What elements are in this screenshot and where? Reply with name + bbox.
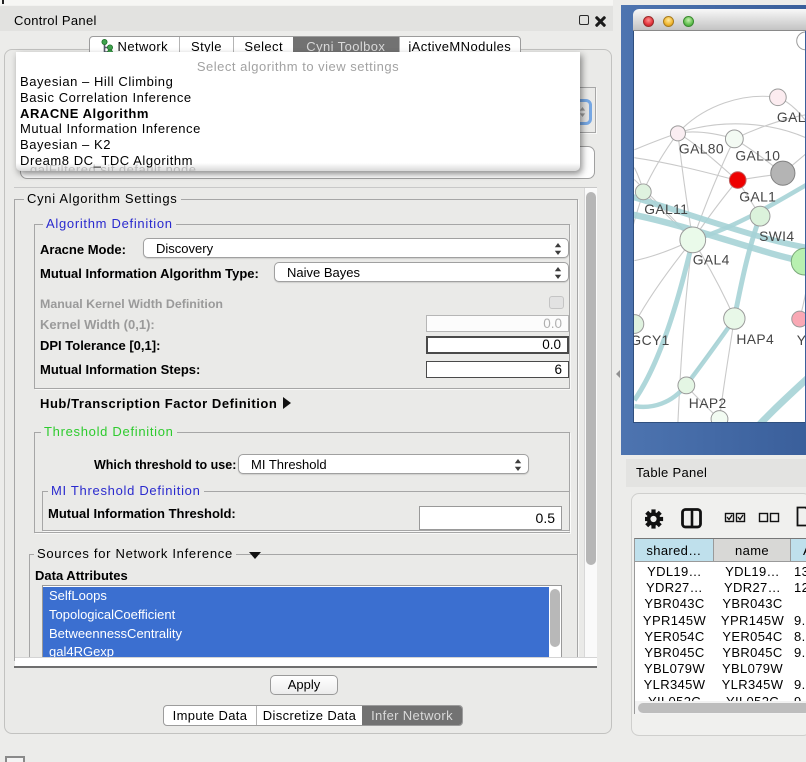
svg-text:HAP2: HAP2: [688, 395, 726, 411]
svg-text:SWI4: SWI4: [759, 228, 794, 244]
svg-text:GAL80: GAL80: [678, 141, 723, 157]
svg-text:GAL10: GAL10: [735, 148, 780, 164]
svg-text:GAL1: GAL1: [739, 188, 776, 204]
svg-text:Y: Y: [796, 332, 804, 348]
svg-text:GAL4: GAL4: [692, 252, 729, 268]
svg-text:GAL11: GAL11: [644, 201, 688, 217]
svg-text:GCY1: GCY1: [633, 332, 670, 348]
svg-text:HAP4: HAP4: [736, 331, 774, 347]
svg-text:GAL2: GAL2: [776, 109, 804, 125]
